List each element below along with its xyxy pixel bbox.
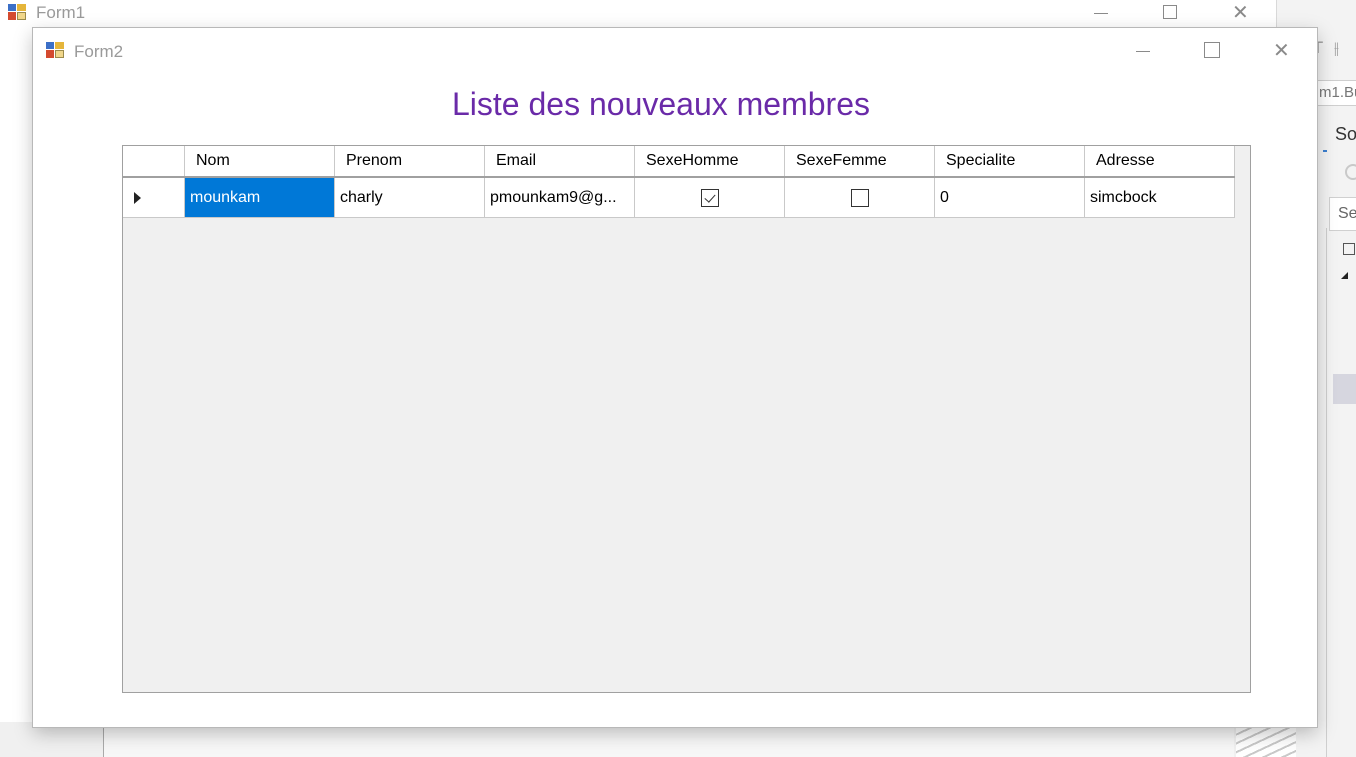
decorative-stripes <box>1236 727 1296 757</box>
minimize-icon <box>1094 13 1108 14</box>
cell-sexefemme[interactable] <box>785 178 935 218</box>
ide-selected-row[interactable] <box>1333 374 1356 404</box>
cell-email[interactable]: pmounkam9@g... <box>485 178 635 218</box>
column-header-prenom[interactable]: Prenom <box>335 146 485 176</box>
form2-minimize-button[interactable] <box>1120 38 1166 66</box>
close-icon: ✕ <box>1232 0 1249 24</box>
ide-refresh-icon[interactable] <box>1345 164 1356 180</box>
column-header-email[interactable]: Email <box>485 146 635 176</box>
row-header[interactable] <box>123 178 185 218</box>
cell-prenom[interactable]: charly <box>335 178 485 218</box>
ide-toolbar-icons[interactable]: T ⫲ <box>1313 38 1342 58</box>
form1-maximize-button[interactable] <box>1146 0 1192 28</box>
form2-window: Form2 ✕ Liste des nouveaux membres Nom P… <box>33 28 1317 727</box>
grid-header-row: Nom Prenom Email SexeHomme SexeFemme Spe… <box>123 146 1235 178</box>
page-heading: Liste des nouveaux membres <box>452 86 870 122</box>
ide-search-input[interactable]: Se <box>1329 197 1356 231</box>
column-header-sexehomme[interactable]: SexeHomme <box>635 146 785 176</box>
form2-maximize-button[interactable] <box>1188 38 1234 66</box>
members-data-grid[interactable]: Nom Prenom Email SexeHomme SexeFemme Spe… <box>122 145 1251 693</box>
form2-close-button[interactable]: ✕ <box>1259 38 1305 66</box>
maximize-icon <box>1163 5 1177 19</box>
form1-panel-edge <box>103 728 1234 757</box>
ide-panel-title[interactable]: So <box>1335 124 1356 145</box>
ide-tree-node-icon[interactable] <box>1343 243 1355 255</box>
form1-title: Form1 <box>36 3 86 22</box>
form1-body <box>0 722 1276 757</box>
ide-divider <box>1326 228 1327 757</box>
ide-tab-underline <box>1323 150 1327 152</box>
grid-corner-header[interactable] <box>123 146 185 176</box>
form1-titlebar[interactable]: Form1 ✕ <box>0 0 1276 28</box>
cell-nom[interactable]: mounkam <box>185 178 335 218</box>
cell-sexehomme[interactable] <box>635 178 785 218</box>
app-icon[interactable] <box>8 4 26 20</box>
close-icon: ✕ <box>1273 38 1290 62</box>
table-row[interactable]: mounkam charly pmounkam9@g... 0 simcbock <box>123 178 1235 218</box>
ide-tree-expander-icon[interactable] <box>1341 272 1348 279</box>
ide-document-tab[interactable]: m1.Bu <box>1315 80 1356 106</box>
current-row-arrow-icon <box>134 192 141 204</box>
minimize-icon <box>1136 51 1150 52</box>
column-header-sexefemme[interactable]: SexeFemme <box>785 146 935 176</box>
form2-titlebar[interactable]: Form2 ✕ <box>33 28 1317 74</box>
form1-close-button[interactable]: ✕ <box>1218 0 1264 28</box>
checkbox-checked-icon[interactable] <box>700 188 719 207</box>
checkbox-unchecked-icon[interactable] <box>850 188 869 207</box>
cell-adresse[interactable]: simcbock <box>1085 178 1235 218</box>
column-header-specialite[interactable]: Specialite <box>935 146 1085 176</box>
form1-minimize-button[interactable] <box>1078 0 1124 28</box>
column-header-nom[interactable]: Nom <box>185 146 335 176</box>
form2-title: Form2 <box>74 42 124 61</box>
app-icon[interactable] <box>46 42 64 58</box>
column-header-adresse[interactable]: Adresse <box>1085 146 1235 176</box>
cell-specialite[interactable]: 0 <box>935 178 1085 218</box>
maximize-icon <box>1204 42 1220 58</box>
